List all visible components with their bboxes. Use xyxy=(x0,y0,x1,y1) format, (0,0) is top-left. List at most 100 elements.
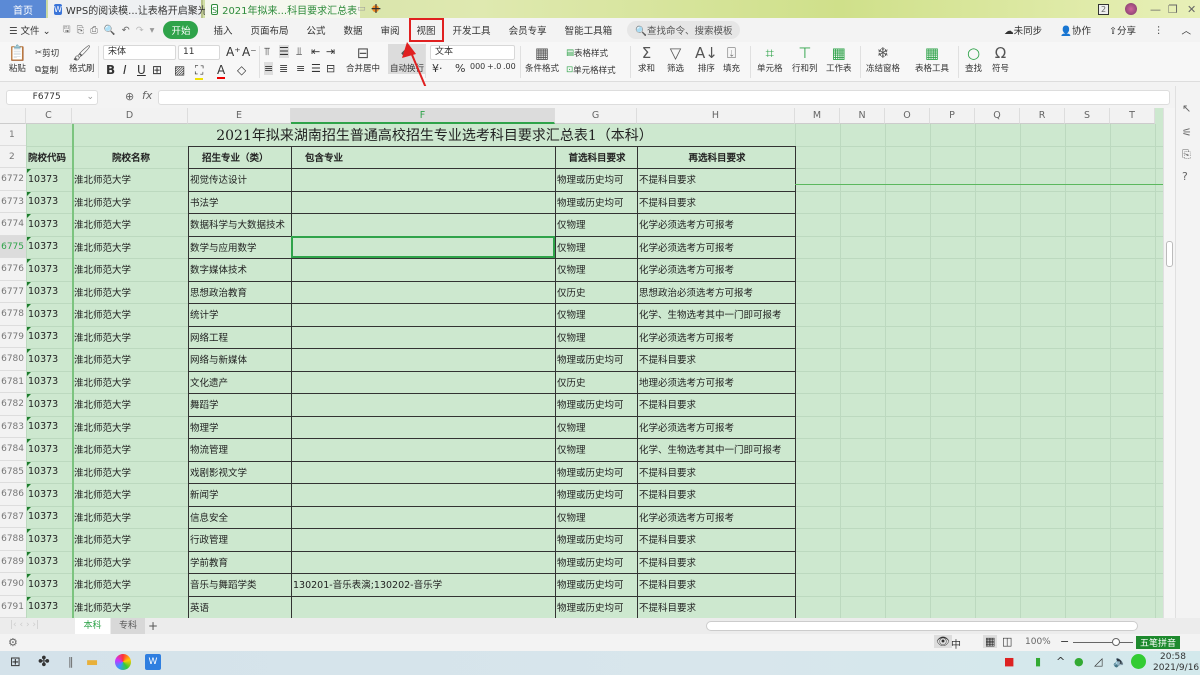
more-icon[interactable]: ⋮ xyxy=(1145,25,1173,36)
cell-second[interactable]: 化学必须选考方可报考 xyxy=(637,326,795,349)
avatar[interactable] xyxy=(1125,0,1137,18)
column-header-g[interactable]: G xyxy=(555,108,637,124)
cell-code[interactable]: 10373 xyxy=(26,551,72,574)
underline-icon[interactable]: U xyxy=(137,63,146,77)
font-size-select[interactable]: 11 xyxy=(178,45,220,60)
fill-button[interactable]: ⍗ 填充 xyxy=(723,44,740,74)
cell-second[interactable]: 不提科目要求 xyxy=(637,483,795,506)
row-header[interactable]: 6787 xyxy=(0,505,26,528)
sync-button[interactable]: ☁未同步 xyxy=(995,23,1051,37)
cell-major[interactable]: 戏剧影视文学 xyxy=(188,461,291,484)
column-header-m[interactable]: M xyxy=(795,108,840,124)
fill-color-icon[interactable]: ⛶ xyxy=(195,63,204,80)
cell-first[interactable]: 物理或历史均可 xyxy=(555,461,637,484)
tray-expand-icon[interactable]: ^ xyxy=(1056,655,1065,668)
redo-icon[interactable]: ↷ xyxy=(133,25,147,36)
help-icon[interactable]: ? xyxy=(1182,170,1188,183)
row-header[interactable]: 6777 xyxy=(0,280,26,303)
row-header[interactable]: 6789 xyxy=(0,550,26,573)
new-tab-button[interactable]: + xyxy=(366,0,386,18)
customize-icon[interactable]: ▾ xyxy=(147,25,158,36)
cell-code[interactable]: 10373 xyxy=(26,236,72,259)
symbol-button[interactable]: Ω 符号 xyxy=(992,44,1009,74)
row-header[interactable]: 6790 xyxy=(0,573,26,596)
justify-icon[interactable]: ☰ xyxy=(311,62,321,75)
cell-second[interactable]: 不提科目要求 xyxy=(637,528,795,551)
cell-code[interactable]: 10373 xyxy=(26,528,72,551)
cell-first[interactable]: 物理或历史均可 xyxy=(555,551,637,574)
cell-code[interactable]: 10373 xyxy=(26,371,72,394)
cell-second[interactable]: 化学必须选考方可报考 xyxy=(637,416,795,439)
sheet-nav-icons[interactable]: |‹ ‹ › ›| xyxy=(10,620,39,630)
lang-select[interactable]: 中 xyxy=(951,636,961,651)
collaborate-button[interactable]: 👤协作 xyxy=(1051,23,1100,37)
align-bottom-icon[interactable]: ⫫ xyxy=(296,45,302,59)
cell-second[interactable]: 思想政治必须选考方可报考 xyxy=(637,281,795,304)
row-header[interactable]: 2 xyxy=(0,146,26,168)
font-color-icon[interactable]: A xyxy=(217,63,226,79)
fx-icon[interactable]: fx xyxy=(142,89,152,102)
increase-decimal-icon[interactable]: +.0 xyxy=(487,62,501,71)
column-header-q[interactable]: Q xyxy=(975,108,1020,124)
cell-first[interactable]: 物理或历史均可 xyxy=(555,348,637,371)
cell-school[interactable]: 淮北师范大学 xyxy=(72,416,188,439)
cell-incl[interactable]: 130201-音乐表演;130202-音乐学 xyxy=(291,573,555,596)
menu-member[interactable]: 会员专享 xyxy=(500,23,556,37)
font-shrink-icon[interactable]: A⁻ xyxy=(242,45,257,59)
cell-second[interactable]: 化学必须选考方可报考 xyxy=(637,258,795,281)
align-center-icon[interactable]: ≣ xyxy=(279,62,288,75)
cell-first[interactable]: 仅物理 xyxy=(555,258,637,281)
restore-button[interactable]: ❐ xyxy=(1168,0,1178,18)
row-header[interactable]: 6774 xyxy=(0,213,26,236)
clock-date[interactable]: 2021/9/16 xyxy=(1153,663,1199,673)
menu-view[interactable]: 视图 xyxy=(408,18,444,42)
page-view-icon[interactable]: ◫ xyxy=(1002,635,1012,648)
row-header[interactable]: 6788 xyxy=(0,528,26,551)
cell-first[interactable]: 物理或历史均可 xyxy=(555,573,637,596)
column-header-e[interactable]: E xyxy=(188,108,291,124)
cell-school[interactable]: 淮北师范大学 xyxy=(72,573,188,596)
number-format-select[interactable]: 文本 xyxy=(430,45,515,60)
menu-page-layout[interactable]: 页面布局 xyxy=(241,23,297,37)
app-fan-icon[interactable]: ✤ xyxy=(38,654,50,670)
tab-home[interactable]: 首页 xyxy=(0,0,46,18)
cell-second[interactable]: 不提科目要求 xyxy=(637,596,795,619)
window-count-badge[interactable]: 2 xyxy=(1098,0,1110,18)
row-header[interactable]: 6783 xyxy=(0,415,26,438)
cut-button[interactable]: ✂ 剪切 xyxy=(35,47,59,59)
name-box[interactable]: F6775 ⌄ xyxy=(6,90,98,105)
row-header[interactable]: 6773 xyxy=(0,190,26,213)
row-header[interactable]: 6779 xyxy=(0,325,26,348)
column-header-s[interactable]: S xyxy=(1065,108,1110,124)
column-header-r[interactable]: R xyxy=(1020,108,1065,124)
italic-icon[interactable]: I xyxy=(123,63,127,77)
cell-code[interactable]: 10373 xyxy=(26,596,72,619)
cell-second[interactable]: 不提科目要求 xyxy=(637,393,795,416)
distribute-icon[interactable]: ⊟ xyxy=(326,62,335,75)
cell-school[interactable]: 淮北师范大学 xyxy=(72,483,188,506)
cell-first[interactable]: 仅物理 xyxy=(555,213,637,236)
row-header[interactable]: 6772 xyxy=(0,168,26,191)
menu-formulas[interactable]: 公式 xyxy=(297,23,334,37)
cell-major[interactable]: 舞蹈学 xyxy=(188,393,291,416)
wps-app-icon[interactable]: W xyxy=(145,654,161,670)
cell-major[interactable]: 文化遗产 xyxy=(188,371,291,394)
cell-second[interactable]: 地理必须选考方可报考 xyxy=(637,371,795,394)
column-header-p[interactable]: P xyxy=(930,108,975,124)
battery-icon[interactable]: ▮ xyxy=(1035,655,1041,668)
cell-second[interactable]: 不提科目要求 xyxy=(637,461,795,484)
cell-school[interactable]: 淮北师范大学 xyxy=(72,303,188,326)
formula-input[interactable] xyxy=(158,90,1170,105)
cell-school[interactable]: 淮北师范大学 xyxy=(72,461,188,484)
cell-incl[interactable] xyxy=(291,168,555,191)
volume-icon[interactable]: 🔈 xyxy=(1113,655,1127,668)
cell-first[interactable]: 仅历史 xyxy=(555,371,637,394)
cell-school[interactable]: 淮北师范大学 xyxy=(72,506,188,529)
browser-icon[interactable] xyxy=(115,654,131,670)
cell-major[interactable]: 视觉传达设计 xyxy=(188,168,291,191)
cell-school[interactable]: 淮北师范大学 xyxy=(72,348,188,371)
cell-incl[interactable] xyxy=(291,371,555,394)
cell-school[interactable]: 淮北师范大学 xyxy=(72,393,188,416)
menu-review[interactable]: 审阅 xyxy=(372,23,409,37)
cell-second[interactable]: 不提科目要求 xyxy=(637,348,795,371)
